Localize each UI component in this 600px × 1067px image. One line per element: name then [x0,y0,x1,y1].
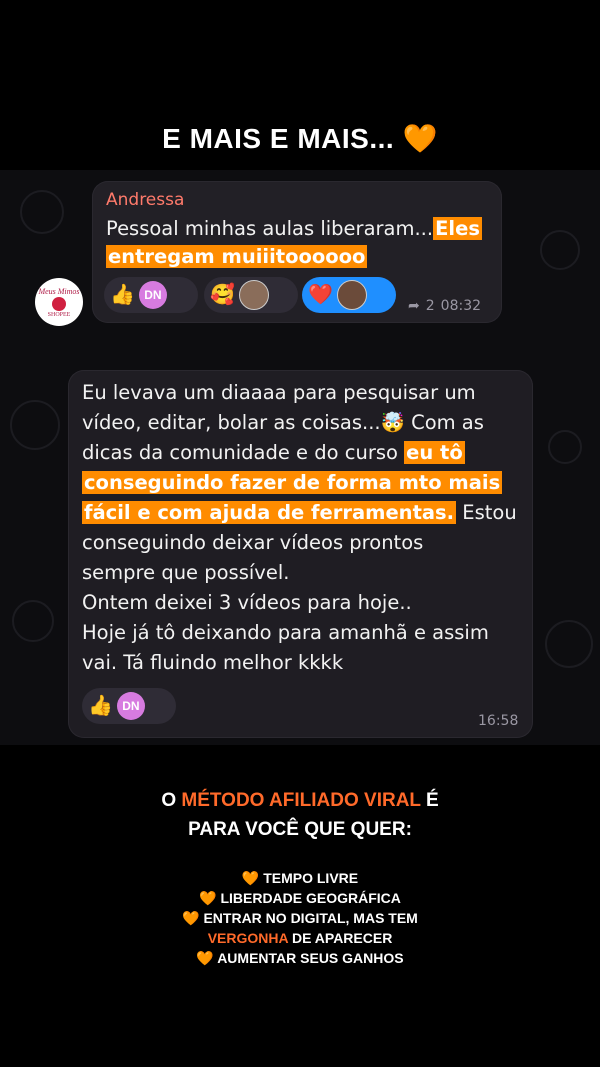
message-line: Estou [456,501,517,524]
red-heart-icon: ❤️ [308,284,333,306]
message-highlight: eu tô [404,441,465,464]
message-highlight: Eles [433,217,482,240]
message-time: 16:58 [478,713,519,729]
promo-heading: O MÉTODO AFILIADO VIRAL É PARA VOCÊ QUE … [0,786,600,844]
smiling-face-hearts-icon: 🥰 [210,284,235,306]
message-text: Pessoal minhas aulas liberaram... Eles en… [106,215,498,271]
orange-heart-icon: 🧡 [402,123,438,154]
orange-heart-icon: 🧡 [199,890,217,906]
avatar[interactable]: Meus Mimos SHOPEE [35,278,83,326]
promo-highlight: MÉTODO AFILIADO VIRAL [181,790,421,811]
doodle-icon [545,620,593,668]
headline-text: E MAIS E MAIS... [162,123,395,154]
doodle-icon [12,600,54,642]
reply-count: 2 [425,298,435,314]
promo-line2: PARA VOCÊ QUE QUER: [188,819,412,840]
message-line: vídeo, editar, bolar as coisas...🤯 Com a… [82,411,484,434]
message-line: Ontem deixei 3 vídeos para hoje.. [82,591,412,614]
orange-heart-icon: 🧡 [196,950,214,966]
message-meta: ➦ 2 08:32 [408,298,481,314]
promo-suffix: É [420,790,439,811]
message-text: Eu levava um diaaaa para pesquisar um ví… [82,378,527,678]
reaction-smiling-hearts[interactable]: 🥰 [204,277,298,313]
reactor-avatar [238,280,269,310]
reply-arrow-icon[interactable]: ➦ [408,298,420,314]
reaction-thumbs-up[interactable]: 👍 DN [82,688,176,724]
list-item: 🧡 AUMENTAR SEUS GANHOS [0,948,600,968]
list-item: 🧡 ENTRAR NO DIGITAL, MAS TEM [0,908,600,928]
message-highlight: conseguindo fazer de forma mto mais [82,471,503,494]
message-time: 08:32 [440,298,482,314]
message-line: vai. Tá fluindo melhor kkkk [82,651,344,674]
list-item-label: AUMENTAR SEUS GANHOS [217,950,404,966]
avatar-sub: SHOPEE [47,311,71,318]
doodle-icon [20,190,64,234]
message-highlight: entregam muiiitoooooo [106,245,368,268]
list-item-highlight: VERGONHA [207,930,289,946]
reactor-avatar [336,280,367,310]
avatar-label: Meus Mimos [38,286,80,296]
message-line: Hoje já tô deixando para amanhã e assim [82,621,489,644]
promo-prefix: O [161,790,182,811]
message-line: conseguindo deixar vídeos prontos [82,531,424,554]
benefits-list: 🧡 TEMPO LIVRE 🧡 LIBERDADE GEOGRÁFICA 🧡 E… [0,868,600,968]
thumbs-up-icon: 👍 [88,695,113,717]
list-item-label: LIBERDADE GEOGRÁFICA [220,890,401,906]
list-item-label: TEMPO LIVRE [263,870,359,886]
doodle-icon [548,430,582,464]
list-item: VERGONHA DE APARECER [0,928,600,948]
message-line: dicas da comunidade e do curso [82,441,405,464]
orange-heart-icon: 🧡 [182,910,200,926]
thumbs-up-icon: 👍 [110,284,135,306]
doodle-icon [10,400,60,450]
message-text-plain: Pessoal minhas aulas liberaram... [106,217,434,240]
reactor-avatar: DN [116,692,145,720]
avatar-logo-icon [52,296,66,311]
orange-heart-icon: 🧡 [241,870,260,886]
message-sender[interactable]: Andressa [106,190,184,210]
list-item-label: ENTRAR NO DIGITAL, MAS TEM [203,910,418,926]
message-line: sempre que possível. [82,561,290,584]
message-line: Eu levava um diaaaa para pesquisar um [82,381,476,404]
headline: E MAIS E MAIS... 🧡 [0,122,600,155]
reaction-thumbs-up[interactable]: 👍 DN [104,277,198,313]
list-item: 🧡 LIBERDADE GEOGRÁFICA [0,888,600,908]
list-item-label: DE APARECER [288,930,393,946]
list-item: 🧡 TEMPO LIVRE [0,868,600,888]
reactor-avatar: DN [138,281,167,309]
doodle-icon [540,230,580,270]
reaction-heart[interactable]: ❤️ [302,277,396,313]
message-highlight: fácil e com ajuda de ferramentas. [82,501,457,524]
